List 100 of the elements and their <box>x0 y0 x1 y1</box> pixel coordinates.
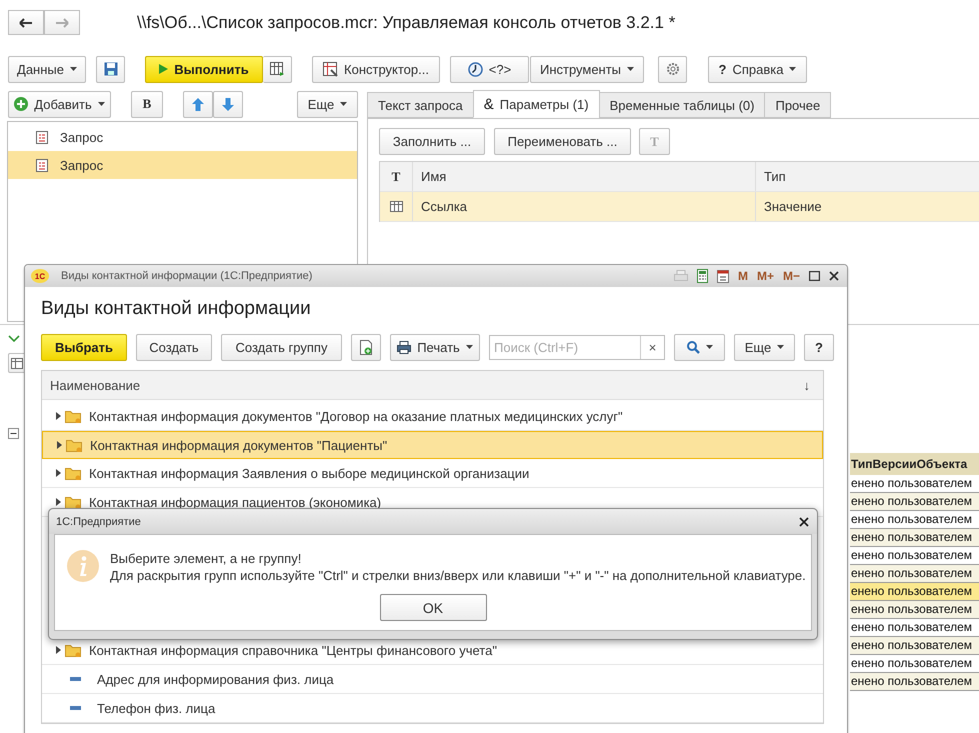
table-cell: енено пользователем <box>850 601 979 619</box>
query-item[interactable]: Запрос <box>8 151 357 179</box>
memory-button[interactable]: M+ <box>756 269 774 283</box>
table-cell: енено пользователем <box>850 637 979 655</box>
add-button[interactable]: Добавить <box>8 90 111 118</box>
more-button[interactable]: Еще <box>734 334 795 360</box>
parameter-row[interactable]: Ссылка Значение <box>380 192 979 222</box>
tab[interactable]: Текст запроса <box>367 92 474 118</box>
caret-icon <box>340 102 348 106</box>
copy-button[interactable] <box>351 334 381 360</box>
create-button[interactable]: Создать <box>136 334 212 360</box>
down-arrow-icon <box>222 98 234 110</box>
run-button[interactable]: Выполнить <box>145 56 263 82</box>
back-arrow-icon <box>19 18 33 28</box>
list-row[interactable]: Контактная информация Заявления о выборе медицинской организации <box>42 459 823 488</box>
expand-arrow-icon <box>56 498 61 506</box>
tools-button[interactable]: Инструменты <box>530 56 644 82</box>
rename-button[interactable]: Переименовать ... <box>494 128 631 155</box>
maximize-icon <box>809 271 820 281</box>
table-cell: енено пользователем <box>850 673 979 691</box>
help-button[interactable]: ? Справка <box>708 56 807 82</box>
caret-icon <box>466 345 473 349</box>
save-button[interactable] <box>96 56 125 82</box>
clock-icon <box>468 62 483 76</box>
move-down-button[interactable] <box>213 90 243 118</box>
dialog-title: Виды контактной информации (1С:Предприятие) <box>61 270 312 282</box>
dialog-heading: Виды контактной информации <box>41 298 312 321</box>
settings-icon <box>666 62 680 76</box>
folder-icon <box>65 644 81 656</box>
folder-icon <box>65 466 81 480</box>
search-field[interactable]: Поиск (Ctrl+F) × <box>489 334 665 360</box>
chevron-down-icon <box>8 335 20 342</box>
settings-button[interactable] <box>658 56 687 82</box>
table-cell: енено пользователем <box>850 529 979 547</box>
sort-indicator: ↓ <box>804 378 810 392</box>
search-button[interactable] <box>674 334 725 360</box>
create-group-button[interactable]: Создать группу <box>221 334 342 360</box>
caret-icon <box>98 102 105 106</box>
table-settings-button[interactable] <box>263 56 292 82</box>
dash-icon <box>70 706 81 710</box>
window-title: \\fs\Об...\Список запросов.mcr: Управляемая консоль отчетов 3.2.1 * <box>137 12 676 32</box>
column-header[interactable]: T <box>380 162 413 191</box>
column-header[interactable]: Тип <box>756 162 979 191</box>
memory-button[interactable]: M <box>738 269 748 283</box>
caret-icon <box>777 345 784 349</box>
more-button[interactable]: Еще <box>297 90 358 118</box>
caret-icon <box>70 67 77 71</box>
column-header[interactable]: Имя <box>413 162 756 191</box>
column-header[interactable]: Наименование <box>50 378 140 392</box>
calculator-icon <box>696 269 708 283</box>
data-button[interactable]: Данные <box>8 56 86 82</box>
caret-icon <box>789 67 796 71</box>
calendar-icon <box>716 269 729 283</box>
dash-icon <box>70 677 81 681</box>
document-add-icon <box>360 340 372 354</box>
ok-button[interactable]: OK <box>380 594 486 621</box>
query-document-icon <box>36 130 48 144</box>
tab[interactable]: Прочее <box>764 92 832 118</box>
table-cell: енено пользователем <box>850 583 979 601</box>
up-arrow-icon <box>192 98 204 110</box>
help-button[interactable]: ? <box>804 334 834 360</box>
select-button[interactable]: Выбрать <box>41 334 127 360</box>
fill-button[interactable]: Заполнить ... <box>379 128 485 155</box>
expand-arrow-icon <box>56 646 61 654</box>
table-icon <box>270 62 284 76</box>
table-icon <box>390 201 402 212</box>
table-cell: енено пользователем <box>850 493 979 511</box>
query-item[interactable]: Запрос <box>8 123 357 151</box>
expand-arrow-icon <box>56 469 61 477</box>
search-icon <box>686 340 700 354</box>
bold-button[interactable]: B <box>131 90 163 118</box>
query-button[interactable]: <?> <box>450 56 529 82</box>
print-button[interactable]: Печать <box>390 334 480 360</box>
printer-icon <box>397 340 412 354</box>
tab[interactable]: Временные таблицы (0) <box>598 92 766 118</box>
column-header: ТипВерсииОбъекта <box>850 453 979 475</box>
move-up-button[interactable] <box>183 90 213 118</box>
close-icon <box>829 271 839 281</box>
forward-arrow-icon <box>55 18 69 28</box>
plus-circle-icon <box>14 97 28 111</box>
list-row[interactable]: Контактная информация документов "Пациенты" <box>42 431 823 459</box>
play-icon <box>159 64 168 74</box>
list-row[interactable]: Адрес для информирования физ. лица <box>42 665 823 694</box>
wizard-table-icon <box>323 62 338 76</box>
printer-icon <box>674 270 688 282</box>
folder-icon <box>65 410 81 422</box>
message-title: 1С:Предприятие <box>56 516 141 528</box>
folder-icon <box>65 496 81 508</box>
constructor-button[interactable]: Конструктор... <box>312 56 440 82</box>
folder-icon <box>66 438 82 452</box>
back-button[interactable] <box>8 10 44 35</box>
message-text: Выберите элемент, а не группу! <box>110 550 302 567</box>
memory-button[interactable]: M− <box>782 269 800 283</box>
expand-arrow-icon <box>56 412 61 420</box>
list-row[interactable]: Телефон физ. лица <box>42 694 823 723</box>
tab[interactable]: & Параметры (1) <box>472 90 600 118</box>
query-document-icon <box>36 158 48 172</box>
info-icon <box>67 550 99 582</box>
expand-arrow-icon <box>57 441 62 449</box>
logo: 1С <box>31 269 49 283</box>
